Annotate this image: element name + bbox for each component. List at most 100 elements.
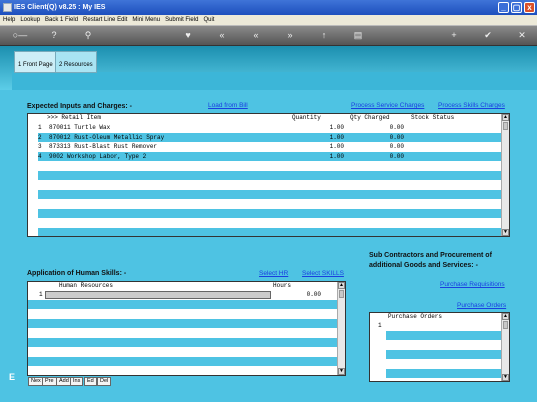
qty-charged-cell[interactable]: 0.00 [368,133,404,142]
app-window: IES Client(Q) v8.25 : My IES _ ▢ x Help L… [0,0,537,402]
table-row-empty[interactable] [28,208,509,218]
check-icon[interactable]: ✔ [482,30,494,41]
table-row[interactable]: 1 0.00 [28,290,345,300]
table-row-empty[interactable] [28,328,345,338]
retail-item-cell[interactable]: 873313 Rust-Blast Rust Remover [49,142,157,151]
col-human-resources: Human Resources [59,282,114,289]
scroll-down-icon[interactable]: ▼ [502,374,509,381]
table-row-empty[interactable] [28,337,345,347]
scroll-up-icon[interactable]: ▲ [502,313,509,320]
quantity-cell[interactable]: 1.00 [308,123,344,132]
delete-button[interactable]: Del [97,377,112,386]
table-row-empty[interactable] [28,299,345,309]
minimize-button[interactable]: _ [498,2,509,13]
scroll-up-icon[interactable]: ▲ [338,282,345,289]
menu-quit[interactable]: Quit [200,17,216,23]
qty-charged-cell[interactable]: 0.00 [368,152,404,161]
retail-item-cell[interactable]: 870012 Rust-Oleum Metallic Spray [49,133,164,142]
table-row-empty[interactable] [28,366,345,375]
quantity-cell[interactable]: 1.00 [308,142,344,151]
table-row-empty[interactable] [28,199,509,209]
table-row-empty[interactable] [370,349,509,359]
subcontract-section-title: Sub Contractors and Procurement of addit… [369,252,492,269]
purchase-orders-link[interactable]: Purchase Orders [457,302,506,309]
table-row-empty[interactable] [370,359,509,369]
col-quantity: Quantity [292,114,321,121]
table-row-empty[interactable] [28,347,345,357]
scroll-down-icon[interactable]: ▼ [502,229,509,236]
tab-strip [12,72,537,90]
menu-mini-menu[interactable]: Mini Menu [129,17,162,23]
table-row-empty[interactable] [28,170,509,180]
table-row-empty[interactable] [370,340,509,350]
table-row-empty[interactable] [28,309,345,319]
table-row-empty[interactable] [370,368,509,378]
quantity-cell[interactable]: 1.00 [308,152,344,161]
scroll-down-icon[interactable]: ▼ [338,368,345,375]
previous-button[interactable]: Pre [42,377,57,386]
tab-resources[interactable]: 2 Resources [55,51,97,73]
close-window-button[interactable]: x [524,2,535,13]
heart-icon[interactable]: ♥ [182,30,194,41]
table-row-empty[interactable] [28,180,509,190]
hours-cell[interactable]: 0.00 [283,290,321,299]
qty-charged-cell[interactable]: 0.00 [368,123,404,132]
select-hr-link[interactable]: Select HR [259,270,288,277]
purchase-requisitions-link[interactable]: Purchase Requisitions [440,281,505,288]
table-row-empty[interactable] [28,218,509,228]
scroll-thumb[interactable] [503,321,508,329]
menu-back-1-field[interactable]: Back 1 Field [42,17,80,23]
window-title: IES Client(Q) v8.25 : My IES [14,4,106,11]
double-right-icon[interactable]: » [284,30,296,41]
search-icon[interactable]: ⚲ [82,30,94,41]
table-row-empty[interactable] [28,227,509,236]
retail-item-cell[interactable]: 9002 Workshop Labor, Type 2 [49,152,146,161]
load-from-bill-link[interactable]: Load from Bill [208,102,248,109]
process-skills-charges-link[interactable]: Process Skills Charges [438,102,505,109]
human-resource-field[interactable] [45,291,271,299]
insert-button[interactable]: Ins [70,377,84,386]
row-number: 4 [38,152,42,160]
menu-restart-line-edit[interactable]: Restart Line Edit [80,17,129,23]
table-row[interactable]: 1 [370,321,509,331]
qty-charged-cell[interactable]: 0.00 [368,142,404,151]
skills-grid: Human Resources Hours 1 0.00 ▲ ▼ [27,281,346,376]
table-row-empty[interactable] [370,330,509,340]
maximize-button[interactable]: ▢ [511,2,522,13]
inputs-scrollbar[interactable]: ▲ ▼ [501,114,509,236]
table-row-empty[interactable] [28,189,509,199]
scroll-thumb[interactable] [339,290,344,298]
add-icon[interactable]: + [448,30,460,41]
menu-help[interactable]: Help [0,17,17,23]
skills-scrollbar[interactable]: ▲ ▼ [337,282,345,375]
help-icon[interactable]: ? [48,30,60,41]
col-retail-item: >>> Retail Item [47,114,102,121]
retail-item-cell[interactable]: 870011 Turtle Wax [49,123,110,132]
scroll-up-icon[interactable]: ▲ [502,114,509,121]
double-left-icon[interactable]: « [250,30,262,41]
table-row[interactable]: 3 873313 Rust-Blast Rust Remover 1.00 0.… [28,142,509,152]
process-service-charges-link[interactable]: Process Service Charges [351,102,424,109]
scroll-thumb[interactable] [503,122,508,130]
purchase-orders-header: Purchase Orders [370,313,509,320]
select-skills-link[interactable]: Select SKILLS [302,270,344,277]
row-number: 3 [38,143,42,150]
menu-lookup[interactable]: Lookup [17,17,42,23]
table-row[interactable]: 2 870012 Rust-Oleum Metallic Spray 1.00 … [28,132,509,142]
app-icon [3,3,12,12]
table-row-empty[interactable] [28,161,509,171]
tab-front-page[interactable]: 1 Front Page [14,51,57,73]
menu-submit-field[interactable]: Submit Field [162,17,200,23]
back-icon[interactable]: « [216,30,228,41]
key-icon[interactable]: ○— [8,30,32,41]
table-row-empty[interactable] [28,356,345,366]
document-icon[interactable]: ▤ [352,30,364,41]
close-icon[interactable]: ✕ [516,30,528,41]
table-row-empty[interactable] [28,318,345,328]
table-row[interactable]: 4 9002 Workshop Labor, Type 2 1.00 0.00 [28,151,509,161]
up-arrow-icon[interactable]: ↑ [318,30,330,41]
purchase-orders-scrollbar[interactable]: ▲ ▼ [501,313,509,381]
quantity-cell[interactable]: 1.00 [308,133,344,142]
edit-button[interactable]: Ed [84,377,97,386]
table-row[interactable]: 1 870011 Turtle Wax 1.00 0.00 [28,123,509,133]
